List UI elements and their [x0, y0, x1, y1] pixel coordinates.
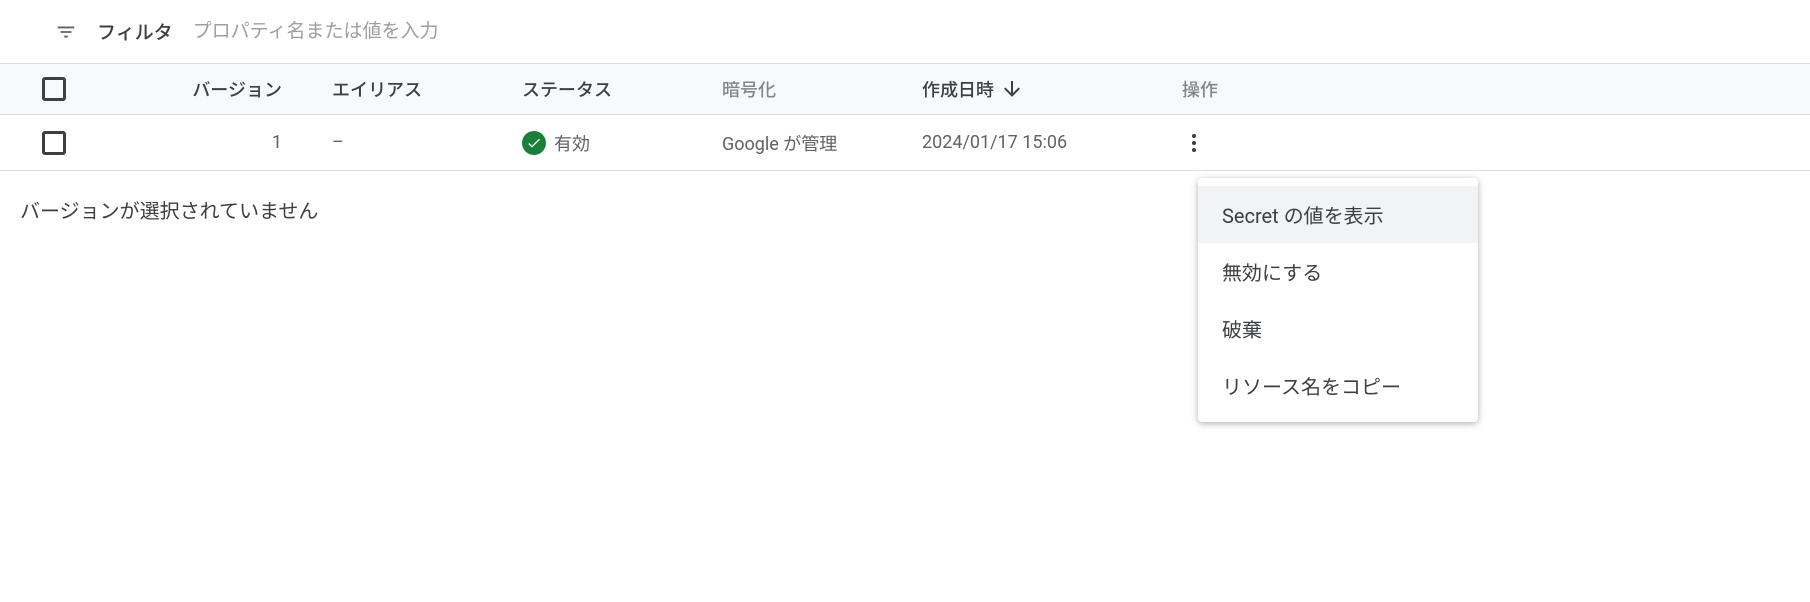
- cell-encryption: Google が管理: [722, 130, 922, 156]
- cell-version: 1: [152, 132, 332, 153]
- row-actions-menu: Secret の値を表示 無効にする 破棄 リソース名をコピー: [1198, 178, 1478, 422]
- cell-status: 有効: [522, 130, 722, 156]
- status-enabled-icon: [522, 131, 546, 155]
- filter-bar: フィルタ: [0, 0, 1810, 63]
- row-actions-button[interactable]: [1174, 123, 1214, 163]
- header-actions: 操作: [1182, 76, 1302, 102]
- cell-alias: –: [332, 132, 522, 153]
- menu-item-show-secret[interactable]: Secret の値を表示: [1198, 186, 1478, 243]
- header-version[interactable]: バージョン: [152, 76, 332, 102]
- header-alias[interactable]: エイリアス: [332, 76, 522, 102]
- filter-icon: [55, 21, 77, 43]
- row-checkbox[interactable]: [42, 131, 66, 155]
- menu-item-disable[interactable]: 無効にする: [1198, 243, 1478, 300]
- table-header: バージョン エイリアス ステータス 暗号化 作成日時 操作: [0, 63, 1810, 115]
- menu-item-copy-resource[interactable]: リソース名をコピー: [1198, 357, 1478, 414]
- header-encryption: 暗号化: [722, 76, 922, 102]
- header-created-label: 作成日時: [922, 76, 994, 102]
- filter-label: フィルタ: [97, 18, 173, 45]
- menu-item-destroy[interactable]: 破棄: [1198, 300, 1478, 357]
- cell-status-text: 有効: [554, 130, 590, 156]
- cell-created: 2024/01/17 15:06: [922, 132, 1182, 153]
- header-status[interactable]: ステータス: [522, 76, 722, 102]
- filter-input[interactable]: [193, 21, 1786, 43]
- header-created[interactable]: 作成日時: [922, 76, 1182, 102]
- sort-descending-icon: [1000, 77, 1024, 101]
- empty-selection-message: バージョンが選択されていません: [0, 171, 1810, 248]
- versions-table: バージョン エイリアス ステータス 暗号化 作成日時 操作 1 – 有効: [0, 63, 1810, 171]
- table-row: 1 – 有効 Google が管理 2024/01/17 15:06: [0, 115, 1810, 171]
- more-vert-icon: [1182, 131, 1206, 155]
- select-all-checkbox[interactable]: [42, 77, 66, 101]
